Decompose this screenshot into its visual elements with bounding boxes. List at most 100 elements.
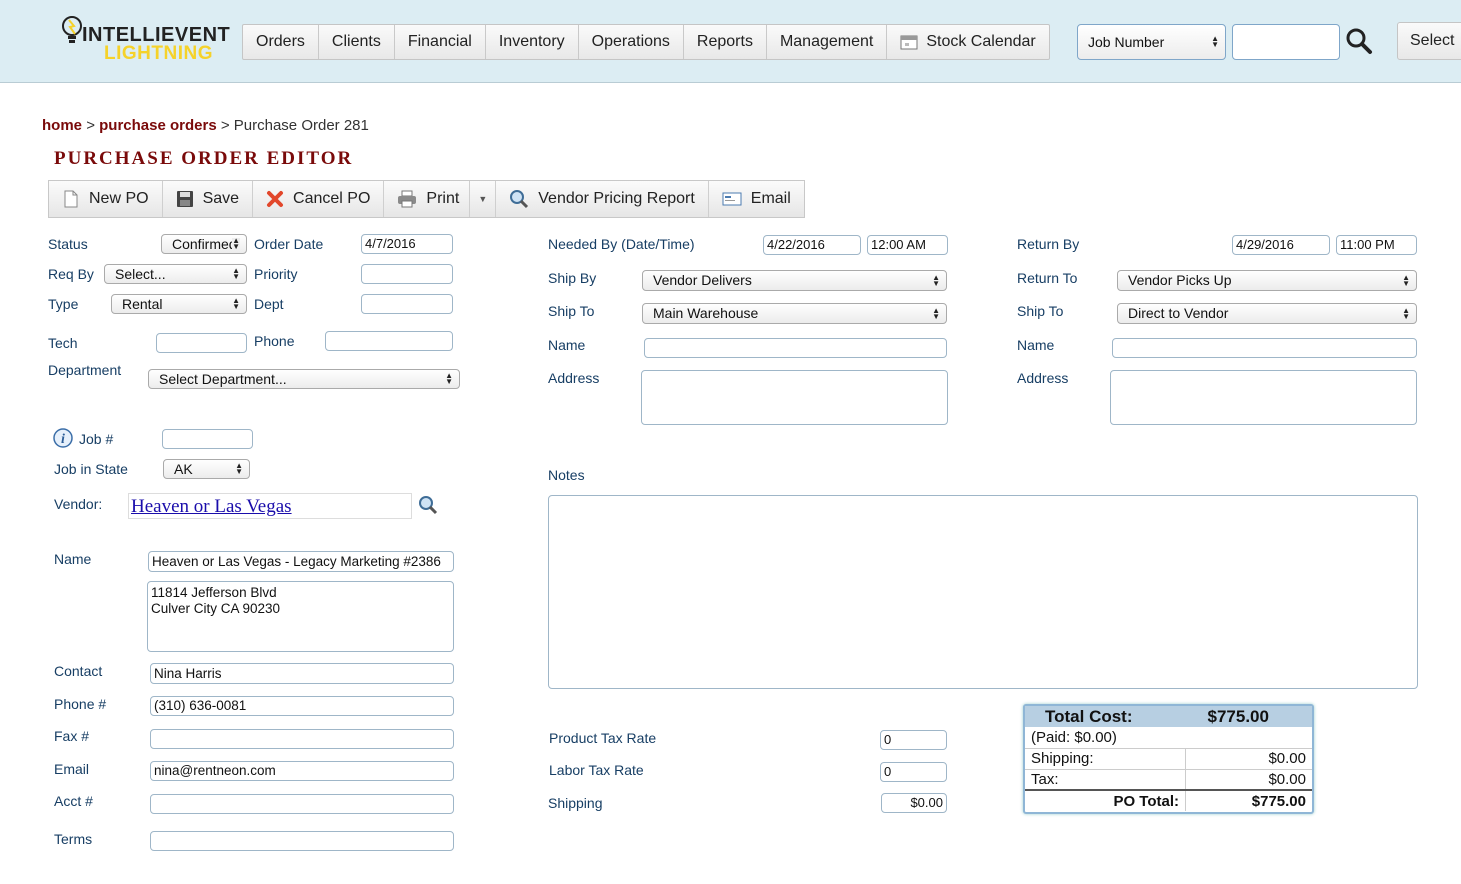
phone-input[interactable] [325, 331, 453, 351]
priority-input[interactable] [361, 264, 453, 284]
job-input[interactable] [162, 429, 253, 449]
req-by-label: Req By [48, 266, 94, 282]
acct-input[interactable] [150, 794, 454, 814]
ship-by-select[interactable]: Vendor Delivers ▲ ▼ [642, 270, 947, 291]
priority-label: Priority [254, 266, 298, 282]
shipping-row: Shipping: $0.00 [1025, 747, 1312, 769]
totals-tax-value: $0.00 [1185, 768, 1312, 790]
vendor-name-label: Name [54, 551, 92, 567]
nav-management[interactable]: Management [767, 25, 888, 59]
new-po-button[interactable]: New PO [49, 181, 163, 217]
shipping-input[interactable]: $0.00 [881, 793, 947, 813]
department-label: Department [48, 362, 122, 378]
vendor-pricing-report-button[interactable]: Vendor Pricing Report [496, 181, 709, 217]
tech-input[interactable] [156, 333, 247, 353]
vendor-address-textarea[interactable]: 11814 Jefferson Blvd Culver City CA 9023… [147, 581, 454, 652]
nav-operations[interactable]: Operations [579, 25, 684, 59]
save-button[interactable]: Save [163, 181, 254, 217]
vendor-search-icon[interactable] [417, 494, 439, 516]
department-select[interactable]: Select Department... ▲ ▼ [148, 369, 460, 389]
ship-name-input[interactable] [644, 338, 947, 358]
return-name-input[interactable] [1112, 338, 1417, 358]
type-value: Rental [122, 296, 163, 312]
total-cost-label: Total Cost: [1045, 706, 1133, 726]
printer-icon [398, 190, 417, 208]
ship-to-select[interactable]: Main Warehouse ▲ ▼ [642, 303, 947, 324]
needed-by-time-input[interactable]: 12:00 AM [867, 235, 948, 255]
app-header: INTELLIEVENT LIGHTNING Orders Clients Fi… [0, 0, 1461, 83]
email-input[interactable]: nina@rentneon.com [150, 761, 454, 781]
totals-shipping-label: Shipping: [1025, 747, 1186, 769]
fax-input[interactable] [150, 729, 454, 749]
svg-text:i: i [61, 432, 65, 447]
cancel-po-button[interactable]: Cancel PO [253, 181, 385, 217]
notes-textarea[interactable] [548, 495, 1418, 689]
product-tax-label: Product Tax Rate [549, 730, 657, 746]
req-by-select[interactable]: Select... ▲ ▼ [104, 264, 247, 284]
order-date-input[interactable]: 4/7/2016 [361, 234, 453, 254]
return-to-select[interactable]: Vendor Picks Up ▲ ▼ [1117, 270, 1417, 291]
search-type-value: Job Number [1088, 34, 1165, 50]
paid-row: (Paid: $0.00) [1025, 727, 1312, 748]
app-logo[interactable]: INTELLIEVENT LIGHTNING [60, 14, 230, 66]
totals-panel: Total Cost: $775.00 (Paid: $0.00) Shippi… [1023, 704, 1314, 814]
breadcrumb-home[interactable]: home [42, 117, 82, 134]
job-state-select[interactable]: AK ▲ ▼ [163, 459, 250, 479]
vendor-link[interactable]: Heaven or Las Vegas [131, 496, 292, 518]
nav-clients[interactable]: Clients [319, 25, 395, 59]
info-icon[interactable]: i [53, 428, 73, 448]
logo-text-bottom: LIGHTNING [104, 43, 213, 64]
return-name-label: Name [1017, 337, 1055, 353]
type-select[interactable]: Rental ▲ ▼ [111, 294, 247, 314]
return-by-time-input[interactable]: 11:00 PM [1336, 235, 1417, 255]
terms-input[interactable] [150, 831, 454, 851]
department-value: Select Department... [159, 371, 287, 387]
search-input[interactable] [1232, 24, 1340, 60]
return-by-date-input[interactable]: 4/29/2016 [1232, 235, 1330, 255]
breadcrumb: home > purchase orders > Purchase Order … [42, 117, 369, 134]
select-arrows-icon: ▲ ▼ [1211, 34, 1219, 49]
nav-reports[interactable]: Reports [684, 25, 767, 59]
email-label: Email [750, 190, 791, 207]
acct-label: Acct # [54, 793, 93, 809]
cancel-po-label: Cancel PO [293, 190, 371, 207]
return-address-label: Address [1017, 370, 1069, 386]
email-button[interactable]: Email [709, 181, 804, 217]
shipping-label: Shipping [548, 795, 603, 811]
select-arrows-icon: ▲ ▼ [232, 296, 240, 311]
order-date-label: Order Date [254, 236, 324, 252]
search-icon[interactable] [1345, 27, 1373, 55]
labor-tax-input[interactable]: 0 [880, 762, 947, 782]
print-options-dropdown[interactable]: ▼ [470, 181, 497, 217]
vendor-field: Heaven or Las Vegas [128, 493, 412, 519]
nav-inventory[interactable]: Inventory [486, 25, 579, 59]
select-button[interactable]: Select [1397, 22, 1461, 60]
new-document-icon [64, 190, 78, 208]
labor-tax-label: Labor Tax Rate [549, 762, 644, 778]
ship-name-label: Name [548, 337, 586, 353]
contact-input[interactable]: Nina Harris [150, 663, 454, 684]
vendor-pricing-report-label: Vendor Pricing Report [538, 190, 695, 207]
floppy-disk-icon [176, 191, 193, 207]
return-ship-to-select[interactable]: Direct to Vendor ▲ ▼ [1117, 303, 1417, 324]
return-address-textarea[interactable] [1110, 370, 1417, 425]
totals-table: Total Cost: $775.00 (Paid: $0.00) Shippi… [1025, 706, 1312, 811]
needed-by-date-input[interactable]: 4/22/2016 [763, 235, 861, 255]
product-tax-input[interactable]: 0 [880, 730, 947, 750]
phone-number-input[interactable]: (310) 636-0081 [150, 696, 454, 716]
search-type-select[interactable]: Job Number ▲ ▼ [1077, 24, 1226, 60]
phone-label: Phone [254, 333, 295, 349]
nav-financial[interactable]: Financial [395, 25, 486, 59]
breadcrumb-purchase-orders[interactable]: purchase orders [99, 117, 217, 134]
ship-address-textarea[interactable] [641, 370, 948, 425]
print-button[interactable]: Print [384, 181, 471, 217]
ship-to-label: Ship To [548, 303, 595, 319]
status-select[interactable]: Confirmed ▲ ▼ [161, 234, 247, 254]
dept-input[interactable] [361, 294, 453, 314]
nav-orders[interactable]: Orders [243, 25, 319, 59]
ship-to-value: Main Warehouse [653, 305, 759, 321]
vendor-address-line2: Culver City CA 90230 [151, 601, 281, 616]
return-to-value: Vendor Picks Up [1128, 272, 1232, 288]
nav-stock-calendar[interactable]: Stock Calendar [887, 25, 1048, 59]
vendor-name-input[interactable]: Heaven or Las Vegas - Legacy Marketing #… [148, 551, 454, 572]
